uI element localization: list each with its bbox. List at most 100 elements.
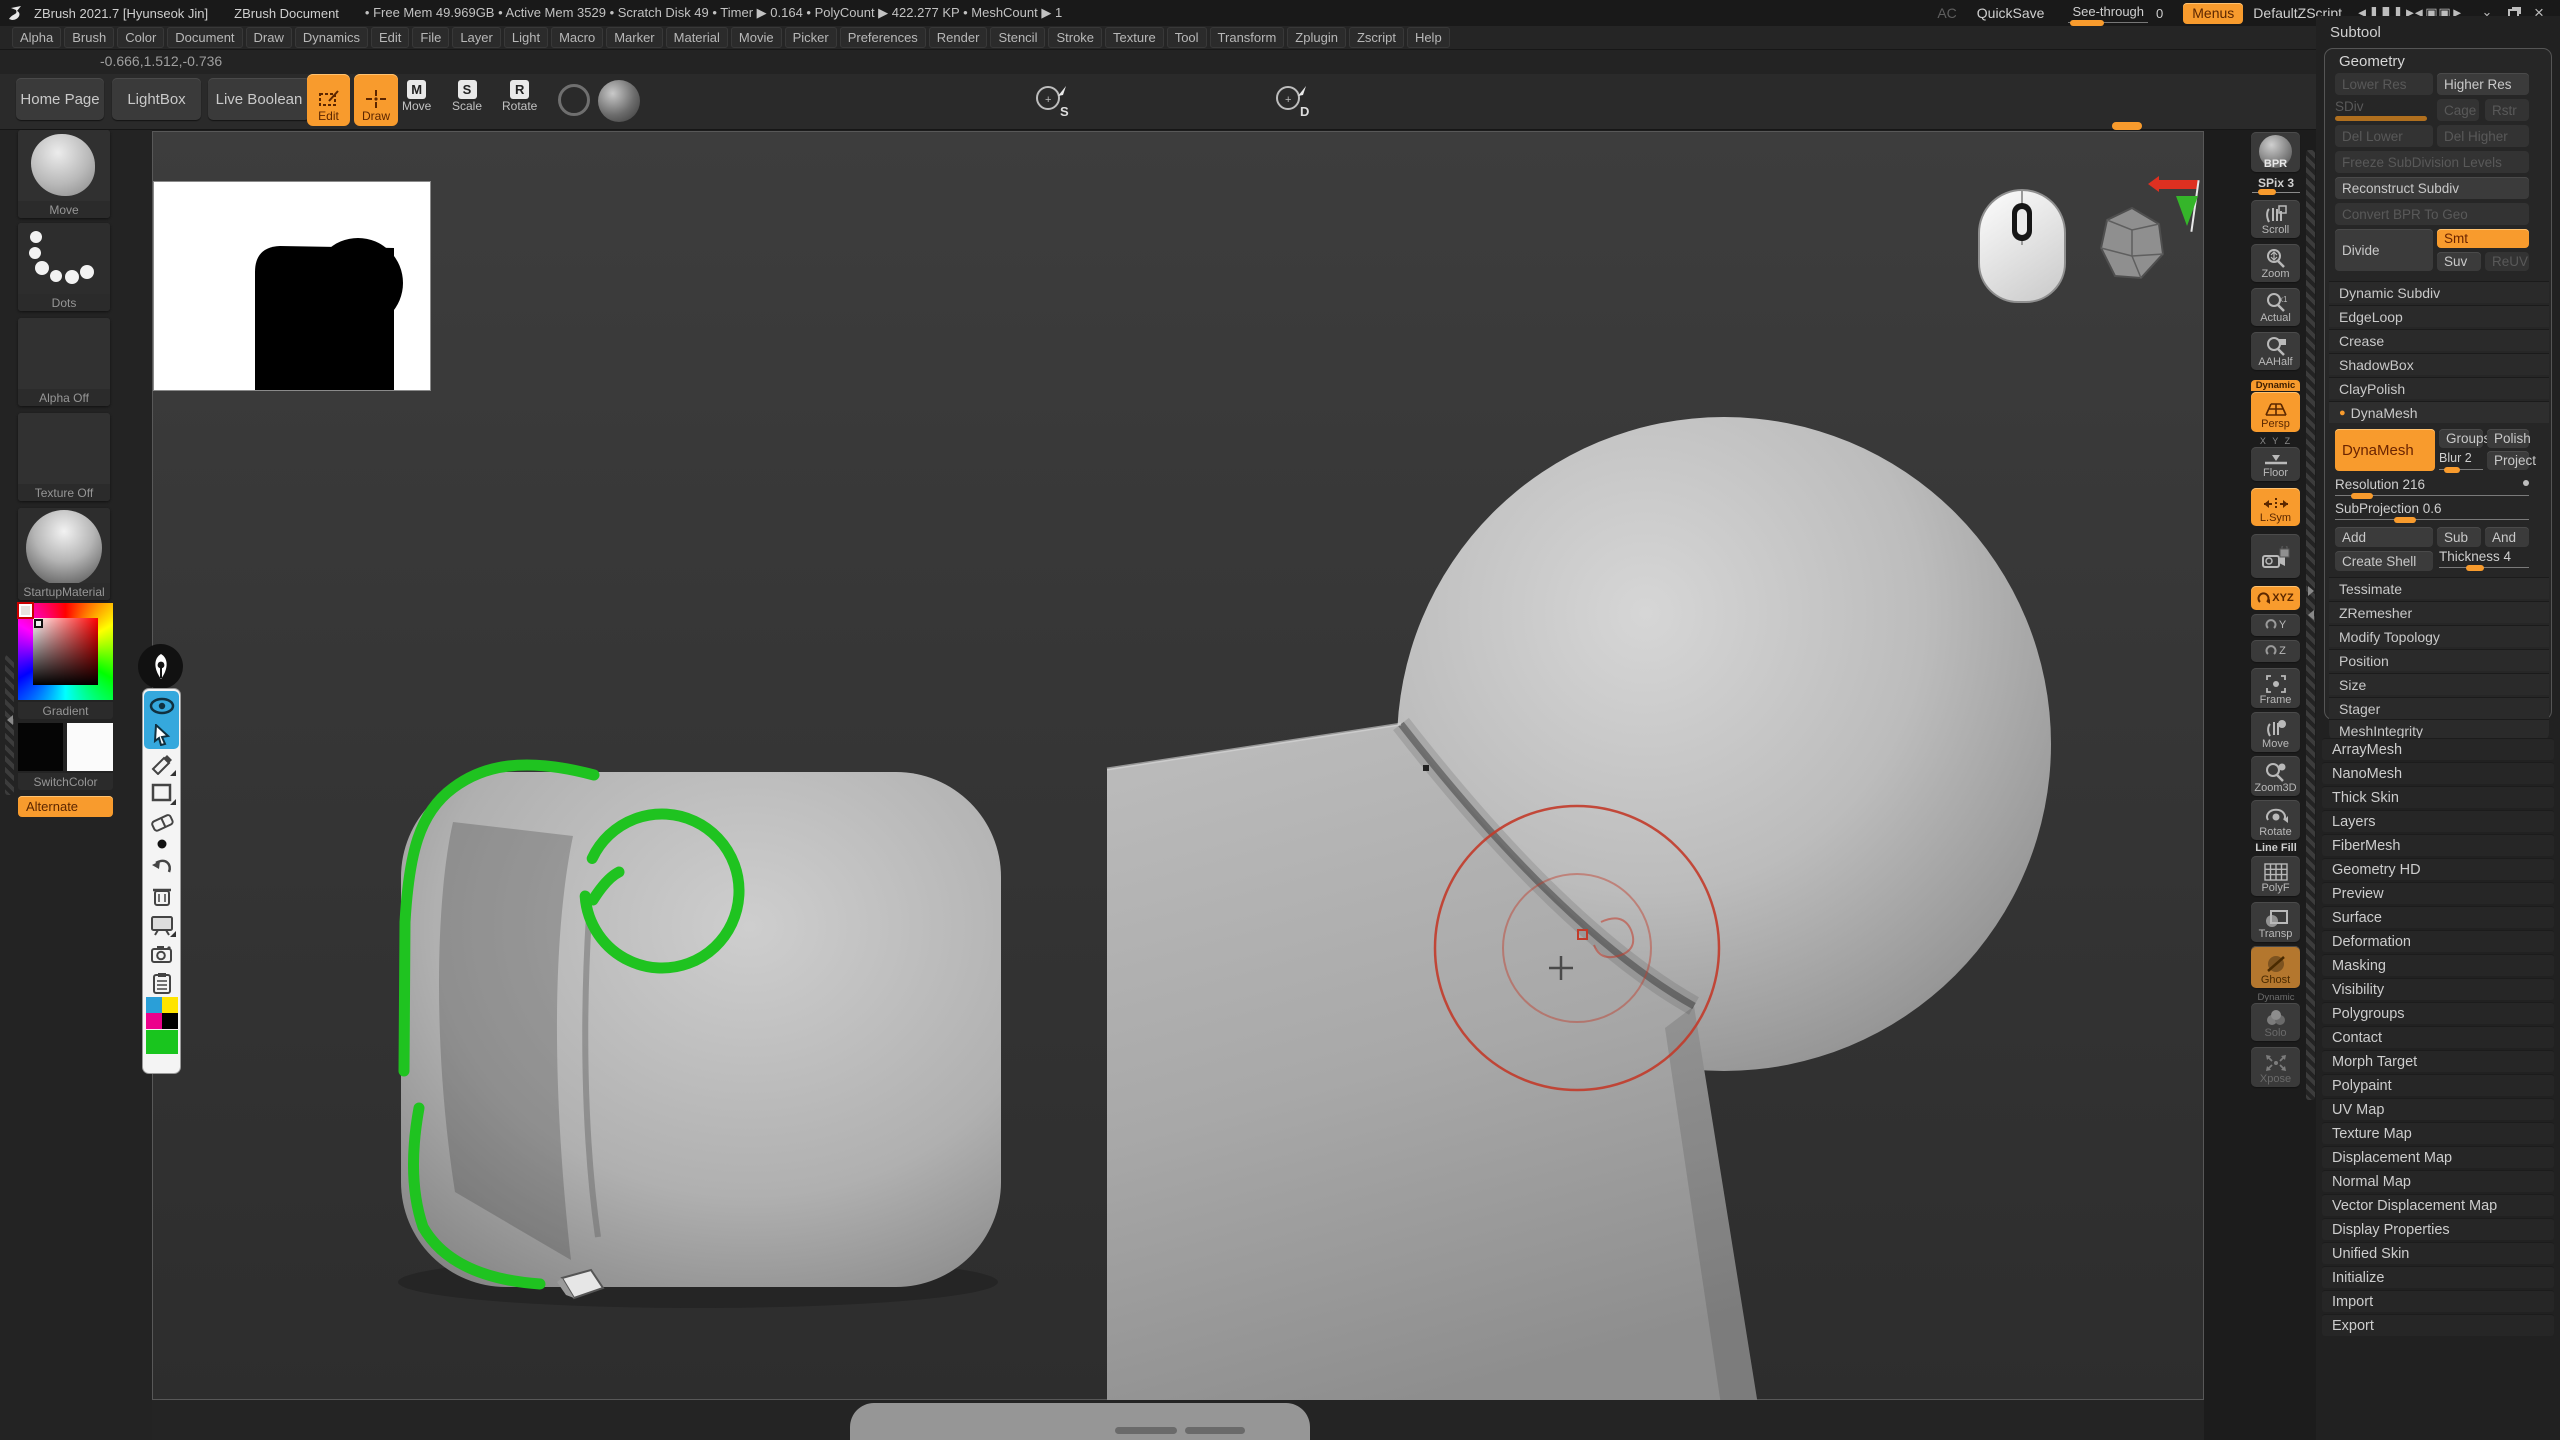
layers-palette[interactable]: Layers [2322, 810, 2554, 832]
ghost-transparency-button[interactable]: Ghost [2251, 946, 2300, 988]
dynamesh-sub-button[interactable]: Sub [2437, 527, 2481, 547]
dynamesh-button[interactable]: DynaMesh [2335, 429, 2435, 471]
menu-alpha[interactable]: Alpha [12, 27, 61, 48]
horizontal-scrollbar-left[interactable] [1115, 1427, 1177, 1434]
menu-light[interactable]: Light [504, 27, 548, 48]
move-view-button[interactable]: Move [2251, 712, 2300, 752]
stager-section[interactable]: Stager [2329, 697, 2549, 719]
menu-movie[interactable]: Movie [731, 27, 782, 48]
lightbox-button[interactable]: LightBox [112, 78, 201, 120]
rotate-axis-z-button[interactable]: Z [2251, 640, 2300, 662]
palette-blue-swatch[interactable] [146, 997, 162, 1013]
main-color-swatch[interactable] [18, 723, 63, 771]
color-picker-hue-ring[interactable] [18, 603, 113, 700]
undo-button[interactable] [145, 852, 178, 881]
del-lower-button[interactable]: Del Lower [2335, 125, 2433, 147]
blur-slider[interactable]: Blur 2 [2439, 451, 2483, 473]
alternate-button[interactable]: Alternate [18, 796, 113, 817]
clipboard-button[interactable] [145, 968, 178, 997]
geometry-palette-header[interactable]: Geometry [2339, 53, 2405, 70]
menu-edit[interactable]: Edit [371, 27, 409, 48]
lock-camera-button[interactable] [2251, 534, 2300, 578]
stroke-type-icon[interactable]: + S [1032, 82, 1072, 122]
rotate-axis-xyz-button[interactable]: XYZ [2251, 586, 2300, 610]
menu-transform[interactable]: Transform [1210, 27, 1285, 48]
surface-palette[interactable]: Surface [2322, 906, 2554, 928]
brush-size-dot[interactable] [145, 836, 178, 852]
right-tray-divider[interactable] [2306, 150, 2315, 1100]
unified-skin-palette[interactable]: Unified Skin [2322, 1242, 2554, 1264]
menu-marker[interactable]: Marker [606, 27, 662, 48]
menu-stencil[interactable]: Stencil [990, 27, 1045, 48]
claypolish-section[interactable]: ClayPolish [2329, 377, 2549, 399]
divide-button[interactable]: Divide [2335, 229, 2433, 271]
hue-selector[interactable] [19, 604, 32, 617]
polygroups-palette[interactable]: Polygroups [2322, 1002, 2554, 1024]
deformation-palette[interactable]: Deformation [2322, 930, 2554, 952]
menu-zplugin[interactable]: Zplugin [1287, 27, 1346, 48]
menu-document[interactable]: Document [167, 27, 242, 48]
arraymesh-palette[interactable]: ArrayMesh [2322, 738, 2554, 760]
import-palette[interactable]: Import [2322, 1290, 2554, 1312]
geometry-hd-palette[interactable]: Geometry HD [2322, 858, 2554, 880]
freeze-subdivision-button[interactable]: Freeze SubDivision Levels [2335, 151, 2529, 173]
frame-button[interactable]: Frame [2251, 668, 2300, 708]
dynamesh-section-header[interactable]: ● DynaMesh [2329, 401, 2549, 423]
move-gizmo-button[interactable]: M Move [402, 80, 431, 113]
smt-button[interactable]: Smt [2437, 229, 2529, 248]
display-properties-palette[interactable]: Display Properties [2322, 1218, 2554, 1240]
zoom-button[interactable]: Zoom [2251, 244, 2300, 282]
quicksave-button[interactable]: QuickSave [1977, 3, 2045, 24]
dynamesh-groups-button[interactable]: Groups [2439, 429, 2483, 448]
zremesher-section[interactable]: ZRemesher [2329, 601, 2549, 623]
current-color-green-swatch[interactable] [146, 1030, 178, 1054]
dynamesh-polish-button[interactable]: Polish [2487, 429, 2529, 448]
menu-draw[interactable]: Draw [246, 27, 292, 48]
texture-map-palette[interactable]: Texture Map [2322, 1122, 2554, 1144]
persp-button[interactable]: Persp [2251, 392, 2300, 432]
dynamic-subdiv-section[interactable]: Dynamic Subdiv [2329, 281, 2549, 303]
reuv-button[interactable]: ReUV [2485, 252, 2529, 271]
uv-map-palette[interactable]: UV Map [2322, 1098, 2554, 1120]
menu-layer[interactable]: Layer [452, 27, 501, 48]
aahalf-button[interactable]: AAHalf [2251, 332, 2300, 370]
menu-picker[interactable]: Picker [785, 27, 837, 48]
floor-axis-toggles[interactable]: X Y Z [2248, 436, 2304, 446]
palette-magenta-swatch[interactable] [146, 1013, 162, 1029]
xpose-button[interactable]: Xpose [2251, 1047, 2300, 1087]
contact-palette[interactable]: Contact [2322, 1026, 2554, 1048]
dynamesh-add-button[interactable]: Add [2335, 527, 2433, 547]
nav-sphere-icon[interactable] [558, 84, 590, 116]
shadowbox-section[interactable]: ShadowBox [2329, 353, 2549, 375]
zoom3d-button[interactable]: Zoom3D [2251, 756, 2300, 796]
thick-skin-palette[interactable]: Thick Skin [2322, 786, 2554, 808]
live-boolean-button[interactable]: Live Boolean [208, 78, 310, 120]
eraser-tool-button[interactable] [145, 807, 178, 836]
draw-button[interactable]: Draw [354, 74, 398, 126]
shape-tool-button[interactable] [145, 778, 178, 807]
palette-yellow-swatch[interactable] [162, 997, 178, 1013]
menu-material[interactable]: Material [666, 27, 728, 48]
home-page-button[interactable]: Home Page [16, 78, 104, 120]
left-tray-divider[interactable] [5, 655, 14, 795]
resolution-slider[interactable]: Resolution 216 [2335, 477, 2529, 499]
transparency-button[interactable]: Transp [2251, 902, 2300, 942]
rotate-view-button[interactable]: Rotate [2251, 800, 2300, 840]
thickness-slider[interactable]: Thickness 4 [2439, 549, 2529, 571]
reconstruct-subdiv-button[interactable]: Reconstruct Subdiv [2335, 177, 2529, 199]
solo-button[interactable]: Solo [2251, 1003, 2300, 1041]
secondary-color-swatch[interactable] [67, 723, 113, 771]
initialize-palette[interactable]: Initialize [2322, 1266, 2554, 1288]
preview-palette[interactable]: Preview [2322, 882, 2554, 904]
current-alpha-button[interactable]: Alpha Off [18, 318, 110, 406]
pen-tool-button[interactable] [145, 749, 178, 778]
export-palette[interactable]: Export [2322, 1314, 2554, 1336]
screenshot-camera-button[interactable] [145, 939, 178, 968]
menu-preferences[interactable]: Preferences [840, 27, 926, 48]
sculpt-scene[interactable] [153, 132, 2205, 1401]
clear-trash-button[interactable] [145, 881, 178, 910]
blur-handle[interactable] [2444, 467, 2460, 473]
rstr-button[interactable]: Rstr [2485, 99, 2529, 121]
horizontal-scrollbar-right[interactable] [1185, 1427, 1245, 1434]
sdiv-slider[interactable]: SDiv [2335, 99, 2427, 121]
